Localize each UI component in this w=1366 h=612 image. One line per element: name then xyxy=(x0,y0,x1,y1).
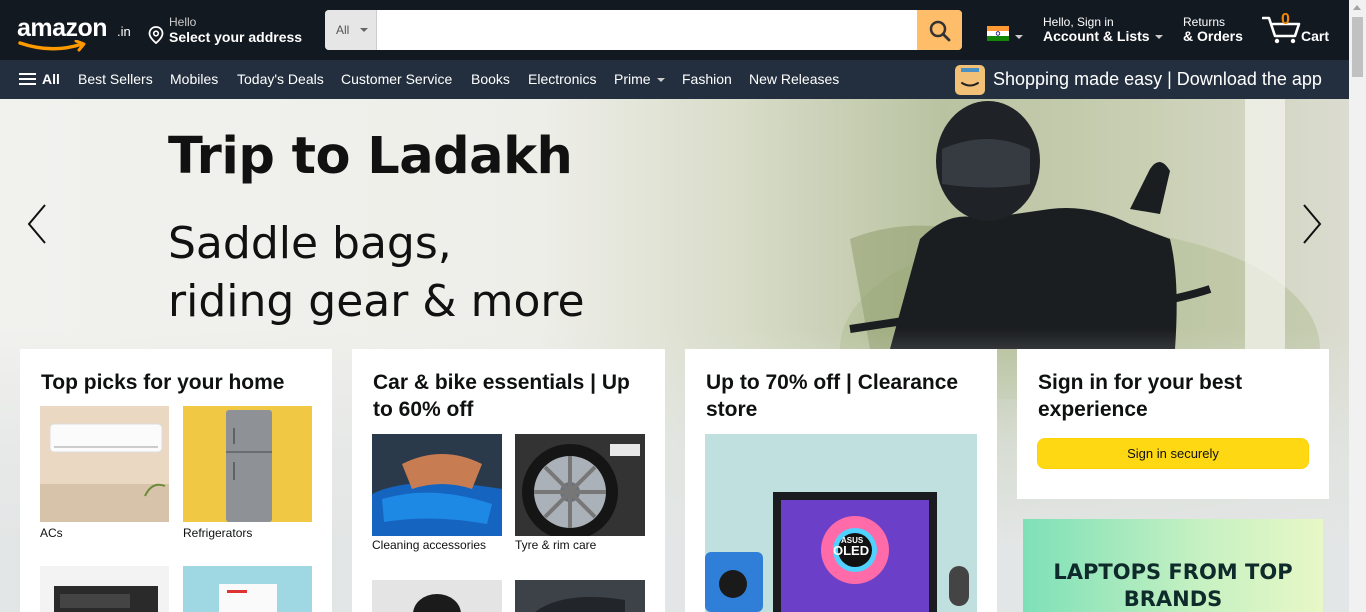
account-label: Account & Lists xyxy=(1043,28,1150,44)
tile-car-seat[interactable] xyxy=(515,580,645,612)
nav-prime-label: Prime xyxy=(614,71,651,87)
cart-label: Cart xyxy=(1301,28,1330,44)
ad-text: LAPTOPS FROM TOP BRANDS xyxy=(1053,560,1293,611)
nav-prime[interactable]: Prime xyxy=(614,71,665,87)
laptops-ad-banner[interactable]: LAPTOPS FROM TOP BRANDS xyxy=(1023,519,1323,612)
app-download-promo[interactable]: Shopping made easy | Download the app xyxy=(955,64,1335,95)
card-title: Up to 70% off | Clearance store xyxy=(706,371,959,421)
tile-caption: Tyre & rim care xyxy=(515,538,597,552)
card-top-picks-home: Top picks for your home ACs Refrigerator… xyxy=(20,349,332,612)
search-bar: All xyxy=(325,10,962,50)
card-sign-in: Sign in for your best experience Sign in… xyxy=(1017,349,1329,499)
scroll-up-icon[interactable] xyxy=(1353,5,1361,10)
tile-caption: ACs xyxy=(40,526,63,540)
helmet-image xyxy=(372,580,502,612)
tile-microwave[interactable] xyxy=(40,566,169,612)
nav-books[interactable]: Books xyxy=(471,71,510,87)
account-lists[interactable]: Hello, Sign in Account & Lists xyxy=(1043,14,1168,48)
chevron-down-icon xyxy=(360,28,368,32)
tile-tyre-rim-care[interactable]: Tyre & rim care xyxy=(515,434,645,554)
card-title: Sign in for your best experience xyxy=(1038,371,1243,421)
address-label: Select your address xyxy=(169,29,303,45)
search-icon xyxy=(929,20,951,42)
nav-best-sellers[interactable]: Best Sellers xyxy=(78,71,153,87)
returns-orders[interactable]: Returns & Orders xyxy=(1183,14,1253,48)
card-car-bike-essentials: Car & bike essentials | Up to 60% off Cl… xyxy=(352,349,665,612)
hero-subtitle-line1: Saddle bags, xyxy=(168,218,452,269)
tile-caption: Refrigerators xyxy=(183,526,253,540)
sign-in-securely-button[interactable]: Sign in securely xyxy=(1037,438,1309,469)
carousel-prev-icon[interactable] xyxy=(26,203,48,245)
smile-arrow-icon xyxy=(18,40,86,52)
nav-new-releases[interactable]: New Releases xyxy=(749,71,839,87)
card-clearance-store: Up to 70% off | Clearance store ASUS OLE… xyxy=(685,349,997,612)
carousel-next-icon[interactable] xyxy=(1301,203,1323,245)
tyre-rim-image xyxy=(515,434,645,536)
all-menu-label: All xyxy=(42,71,60,87)
tile-helmet[interactable] xyxy=(372,580,502,612)
tile-caption: Cleaning accessories xyxy=(372,538,487,552)
tile-clearance-laptop[interactable]: ASUS OLED xyxy=(705,434,977,612)
hero-subtitle: Saddle bags, riding gear & more xyxy=(168,215,585,331)
app-promo-text: Shopping made easy | Download the app xyxy=(993,69,1322,89)
delivery-address[interactable]: Hello Select your address xyxy=(148,12,313,48)
location-pin-icon xyxy=(148,26,164,44)
laptop-deal-image xyxy=(705,434,977,612)
tile-refrigerators[interactable]: Refrigerators xyxy=(183,406,312,541)
search-category-label: All xyxy=(336,23,350,37)
car-cleaning-image xyxy=(372,434,502,536)
chevron-down-icon xyxy=(1015,35,1023,39)
page-scrollbar[interactable] xyxy=(1349,0,1366,612)
amazon-app-icon xyxy=(955,65,985,95)
nav-mobiles[interactable]: Mobiles xyxy=(170,71,218,87)
returns-label: Returns xyxy=(1183,15,1226,29)
cart-count: 0 xyxy=(1281,11,1290,28)
secondary-navbar: All Best Sellers Mobiles Today's Deals C… xyxy=(0,60,1349,99)
hero-title: Trip to Ladakh xyxy=(168,127,573,186)
refrigerator-image xyxy=(183,406,312,522)
cart-button[interactable]: 0 Cart xyxy=(1262,10,1334,50)
tile-cleaning-accessories[interactable]: Cleaning accessories xyxy=(372,434,502,554)
card-title: Car & bike essentials | Up to 60% off xyxy=(373,371,630,421)
laptop-badge: OLED xyxy=(833,543,870,558)
logo-tld: .in xyxy=(117,24,131,39)
nav-fashion[interactable]: Fashion xyxy=(682,71,732,87)
address-greeting: Hello xyxy=(169,15,197,29)
nav-customer-service[interactable]: Customer Service xyxy=(341,71,452,87)
hero-subtitle-line2: riding gear & more xyxy=(168,276,585,327)
search-button[interactable] xyxy=(917,10,962,50)
hamburger-icon xyxy=(19,73,36,86)
search-category-dropdown[interactable]: All xyxy=(325,10,377,50)
chevron-down-icon xyxy=(656,78,665,83)
tile-washing-machine[interactable] xyxy=(183,566,312,612)
washing-machine-image xyxy=(183,566,312,612)
nav-todays-deals[interactable]: Today's Deals xyxy=(237,71,324,87)
language-selector[interactable] xyxy=(987,26,1023,42)
logo-wordmark: amazon xyxy=(17,14,108,42)
nav-electronics[interactable]: Electronics xyxy=(528,71,596,87)
amazon-logo[interactable]: amazon .in xyxy=(14,10,134,52)
car-seat-image xyxy=(515,580,645,612)
card-title: Top picks for your home xyxy=(41,371,285,394)
tile-acs[interactable]: ACs xyxy=(40,406,169,541)
air-conditioner-image xyxy=(40,406,169,522)
top-navbar: amazon .in Hello Select your address All xyxy=(0,0,1349,60)
scroll-thumb[interactable] xyxy=(1352,17,1363,77)
microwave-image xyxy=(40,566,169,612)
orders-label: & Orders xyxy=(1183,28,1243,44)
chevron-down-icon xyxy=(1155,35,1163,39)
search-input[interactable] xyxy=(377,10,917,50)
india-flag-icon xyxy=(987,26,1009,41)
account-greeting: Hello, Sign in xyxy=(1043,15,1114,29)
